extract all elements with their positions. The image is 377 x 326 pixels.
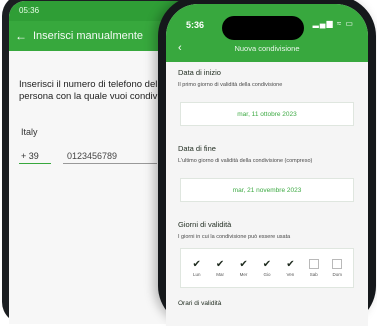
status-icons: ▂▄▆ ≈ ▭ — [312, 19, 354, 28]
day-checkbox-mar[interactable]: ✔ Mar — [209, 259, 231, 278]
empty-checkbox-icon[interactable] — [308, 259, 319, 269]
android-status-time: 05:36 — [19, 6, 40, 15]
iphone-phone: 5:36 ▂▄▆ ≈ ▭ ‹ Nuova condivisione Data d… — [158, 0, 376, 326]
day-checkbox-mer[interactable]: ✔ Mer — [233, 259, 255, 278]
end-date-desc: L'ultimo giorno di validità della condiv… — [178, 158, 313, 164]
start-date-section: Data di inizio Il primo giorno di validi… — [166, 68, 368, 126]
checkmark-icon[interactable]: ✔ — [192, 259, 202, 270]
checkmark-icon[interactable]: ✔ — [215, 259, 225, 270]
time-validity-title: Orari di validità — [178, 300, 222, 307]
start-date-desc: Il primo giorno di validità della condiv… — [178, 82, 283, 88]
android-app-bar-title: Inserisci manualmente — [33, 30, 144, 42]
day-label: Lun — [192, 272, 201, 277]
day-label: Sab — [309, 272, 318, 277]
end-date-title: Data di fine — [178, 144, 216, 153]
start-date-title: Data di inizio — [178, 68, 221, 77]
country-prefix-field[interactable]: + 39 — [19, 151, 51, 164]
days-title: Giorni di validità — [178, 220, 232, 229]
back-arrow-icon[interactable]: ← — [9, 29, 33, 43]
start-date-picker[interactable]: mar, 11 ottobre 2023 — [180, 102, 354, 126]
nav-title: Nuova condivisione — [234, 44, 300, 53]
day-label: Dom — [332, 272, 342, 277]
day-checkbox-dom[interactable]: Dom — [326, 259, 348, 277]
end-date-picker[interactable]: mar, 21 novembre 2023 — [180, 178, 354, 202]
dynamic-island — [222, 16, 304, 40]
end-date-section: Data di fine L'ultimo giorno di validità… — [166, 144, 368, 202]
checkmark-icon[interactable]: ✔ — [285, 259, 295, 270]
day-label: Ven — [286, 272, 295, 277]
days-desc: I giorni in cui la condivisione può esse… — [178, 234, 291, 240]
day-label: Mar — [216, 272, 224, 277]
checkmark-icon[interactable]: ✔ — [239, 259, 249, 270]
day-label: Mer — [239, 272, 248, 277]
day-checkbox-gio[interactable]: ✔ Gio — [256, 259, 278, 278]
day-label: Gio — [263, 272, 271, 277]
days-section: Giorni di validità I giorni in cui la co… — [166, 220, 368, 307]
phone-number-field[interactable]: 0123456789 — [63, 151, 157, 164]
iphone-screen: 5:36 ▂▄▆ ≈ ▭ ‹ Nuova condivisione Data d… — [166, 4, 368, 326]
checkmark-icon[interactable]: ✔ — [262, 259, 272, 270]
day-checkbox-sab[interactable]: Sab — [303, 259, 325, 277]
iphone-status-time: 5:36 — [186, 20, 205, 30]
day-checkbox-ven[interactable]: ✔ Ven — [279, 259, 301, 278]
day-checkbox-lun[interactable]: ✔ Lun — [186, 259, 208, 278]
empty-checkbox-icon[interactable] — [332, 259, 343, 269]
days-checkbox-row: ✔ Lun ✔ Mar ✔ Mer ✔ Gio ✔ Ven Sab Dom — [180, 248, 354, 288]
